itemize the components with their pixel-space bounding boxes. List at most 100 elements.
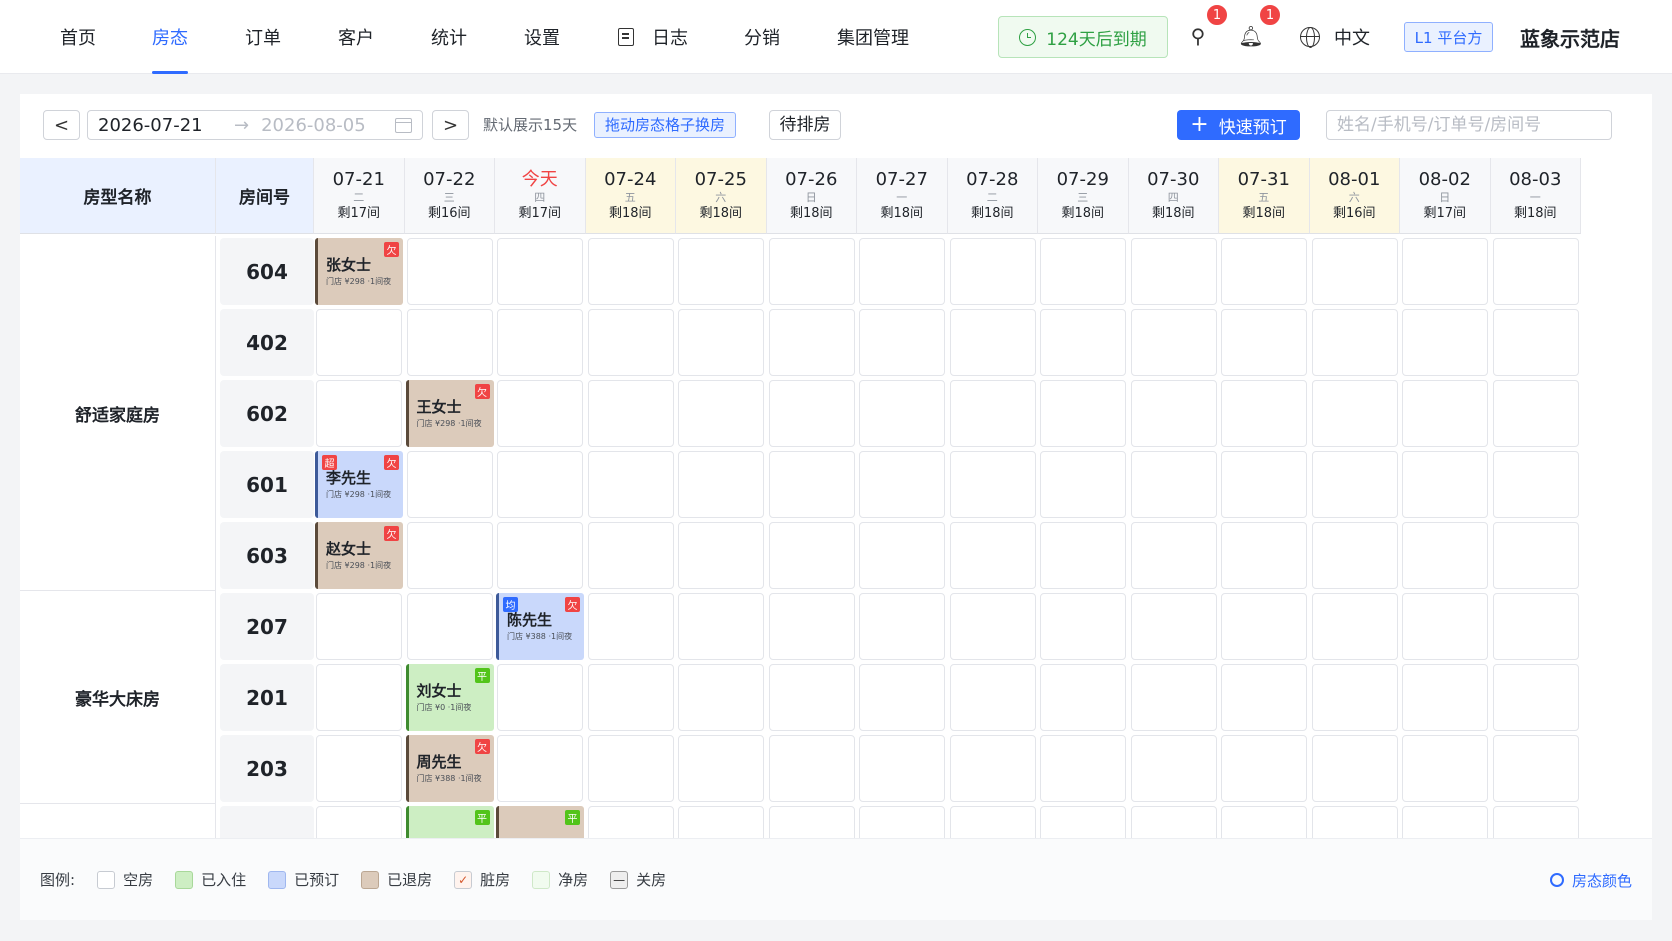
room-day-cell[interactable] — [497, 735, 583, 802]
header-day[interactable]: 08-03 一剩18间 — [1490, 158, 1581, 234]
room-day-cell[interactable] — [768, 806, 855, 838]
prev-range-button[interactable]: < — [43, 110, 80, 140]
nav-home[interactable]: 首页 — [60, 0, 96, 74]
room-day-cell[interactable] — [1402, 238, 1488, 305]
room-day-cell[interactable] — [678, 735, 764, 802]
header-day[interactable]: 07-21 二剩17间 — [314, 158, 405, 234]
language-switcher[interactable]: 中文 — [1300, 0, 1370, 74]
room-day-cell[interactable] — [1311, 309, 1398, 376]
room-day-cell[interactable] — [1040, 806, 1126, 838]
room-day-cell[interactable] — [949, 522, 1036, 589]
room-day-cell[interactable] — [1492, 451, 1579, 518]
nav-group-management[interactable]: 集团管理 — [837, 0, 909, 74]
tools-button[interactable]: ⚲ 1 — [1184, 3, 1229, 50]
room-day-cell[interactable] — [1311, 806, 1398, 838]
room-day-cell[interactable] — [1221, 380, 1307, 447]
booking-card[interactable]: 超 欠李先生 门店 ¥298 ·1间夜 — [315, 451, 403, 518]
room-day-cell[interactable] — [1221, 451, 1307, 518]
room-day-cell[interactable] — [1040, 238, 1126, 305]
room-day-cell[interactable] — [1040, 380, 1126, 447]
room-day-cell[interactable] — [316, 664, 402, 731]
booking-card[interactable]: 平 — [405, 806, 494, 838]
header-day[interactable]: 07-31 五剩18间 — [1219, 158, 1310, 234]
room-day-cell[interactable] — [587, 309, 674, 376]
room-color-settings[interactable]: 房态颜色 — [1549, 839, 1632, 920]
room-number-cell[interactable]: 603 — [220, 522, 314, 589]
room-day-cell[interactable] — [406, 593, 493, 660]
room-day-cell[interactable] — [1402, 451, 1488, 518]
quick-booking-button[interactable]: + 快速预订 — [1177, 110, 1300, 140]
room-number-cell[interactable]: 203 — [220, 735, 314, 802]
room-day-cell[interactable] — [949, 451, 1036, 518]
room-day-cell[interactable] — [859, 522, 945, 589]
header-day[interactable]: 07-28 二剩18间 — [947, 158, 1038, 234]
room-day-cell[interactable] — [1221, 593, 1307, 660]
nav-orders[interactable]: 订单 — [245, 0, 281, 74]
room-day-cell[interactable] — [859, 451, 945, 518]
nav-statistics[interactable]: 统计 — [431, 0, 467, 74]
room-day-cell[interactable] — [859, 593, 945, 660]
nav-settings[interactable]: 设置 — [524, 0, 560, 74]
room-day-cell[interactable] — [678, 380, 764, 447]
room-day-cell[interactable] — [949, 735, 1036, 802]
room-day-cell[interactable] — [1040, 593, 1126, 660]
room-number-cell[interactable]: 604 — [220, 238, 314, 305]
room-day-cell[interactable] — [859, 238, 945, 305]
room-day-cell[interactable] — [587, 380, 674, 447]
room-day-cell[interactable] — [587, 664, 674, 731]
room-day-cell[interactable] — [859, 309, 945, 376]
room-day-cell[interactable] — [678, 593, 764, 660]
start-date[interactable]: 2026-07-21 — [98, 115, 228, 136]
room-day-cell[interactable] — [1311, 593, 1398, 660]
room-day-cell[interactable] — [949, 309, 1036, 376]
room-day-cell[interactable] — [1221, 735, 1307, 802]
room-day-cell[interactable] — [1040, 735, 1126, 802]
room-day-cell[interactable] — [1492, 309, 1579, 376]
room-day-cell[interactable] — [1402, 593, 1488, 660]
search-input[interactable] — [1326, 110, 1612, 140]
room-day-cell[interactable] — [587, 522, 674, 589]
booking-card[interactable]: 均 欠陈先生 门店 ¥388 ·1间夜 — [496, 593, 584, 660]
room-day-cell[interactable] — [406, 451, 493, 518]
room-number-cell[interactable]: 207 — [220, 593, 314, 660]
room-day-cell[interactable] — [497, 522, 583, 589]
room-day-cell[interactable] — [1130, 380, 1217, 447]
room-day-cell[interactable] — [949, 806, 1036, 838]
room-day-cell[interactable] — [678, 664, 764, 731]
header-day[interactable]: 08-01 六剩16间 — [1309, 158, 1400, 234]
room-day-cell[interactable] — [1402, 735, 1488, 802]
room-day-cell[interactable] — [406, 309, 493, 376]
room-day-cell[interactable] — [768, 664, 855, 731]
room-number-cell[interactable]: 601 — [220, 451, 314, 518]
platform-badge[interactable]: L1 平台方 — [1404, 22, 1493, 52]
next-range-button[interactable]: > — [432, 110, 469, 140]
room-day-cell[interactable] — [859, 380, 945, 447]
room-day-cell[interactable] — [1402, 664, 1488, 731]
room-day-cell[interactable] — [678, 806, 764, 838]
header-day[interactable]: 07-27 一剩18间 — [857, 158, 948, 234]
room-day-cell[interactable] — [1311, 451, 1398, 518]
room-day-cell[interactable] — [1492, 593, 1579, 660]
booking-card[interactable]: 平 — [496, 806, 584, 838]
room-day-cell[interactable] — [497, 380, 583, 447]
header-day[interactable]: 今天四剩17间 — [495, 158, 586, 234]
room-day-cell[interactable] — [497, 238, 583, 305]
room-day-cell[interactable] — [406, 238, 493, 305]
room-day-cell[interactable] — [316, 593, 402, 660]
room-day-cell[interactable] — [1130, 309, 1217, 376]
end-date[interactable]: 2026-08-05 — [261, 115, 389, 136]
room-day-cell[interactable] — [1040, 664, 1126, 731]
nav-logs[interactable]: 日志 — [618, 0, 688, 74]
room-day-cell[interactable] — [497, 451, 583, 518]
room-day-cell[interactable] — [678, 451, 764, 518]
room-day-cell[interactable] — [1221, 806, 1307, 838]
room-day-cell[interactable] — [1492, 380, 1579, 447]
room-day-cell[interactable] — [768, 451, 855, 518]
room-day-cell[interactable] — [1221, 664, 1307, 731]
header-day[interactable]: 07-30 四剩18间 — [1128, 158, 1219, 234]
room-day-cell[interactable] — [1130, 451, 1217, 518]
room-number-cell[interactable] — [220, 806, 314, 838]
room-day-cell[interactable] — [1402, 806, 1488, 838]
room-day-cell[interactable] — [1311, 664, 1398, 731]
room-day-cell[interactable] — [1492, 806, 1579, 838]
